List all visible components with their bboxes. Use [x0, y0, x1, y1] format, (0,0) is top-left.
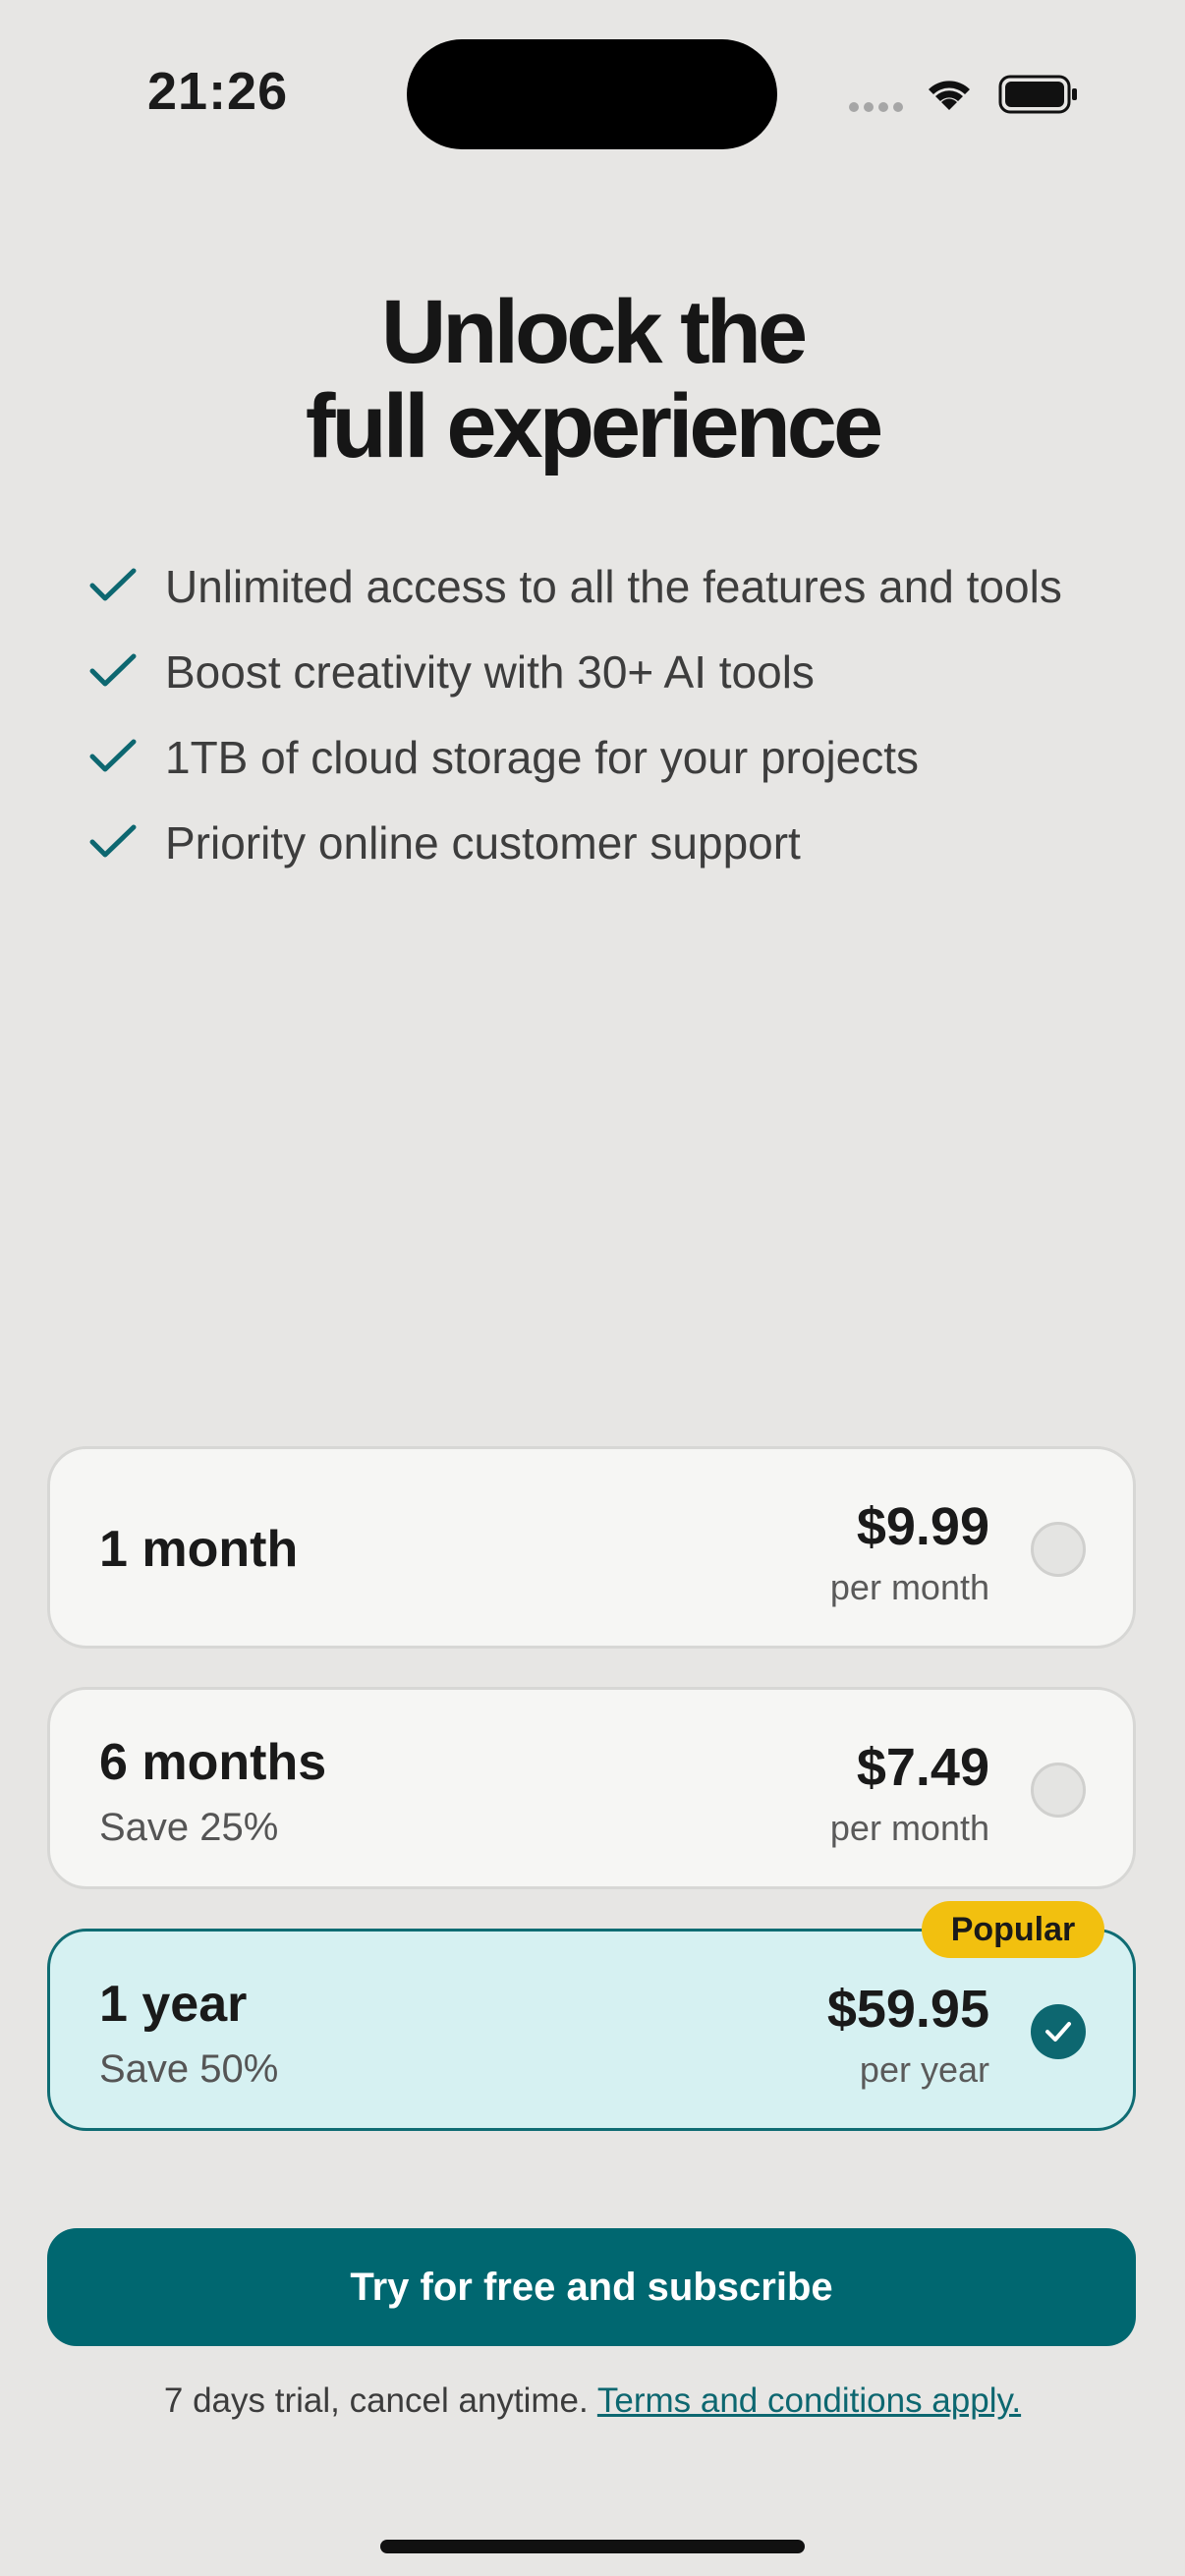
plan-savings: Save 50%	[99, 2047, 279, 2091]
plan-savings: Save 25%	[99, 1806, 279, 1849]
trial-footnote: 7 days trial, cancel anytime. Terms and …	[0, 2381, 1185, 2421]
feature-text: Unlimited access to all the features and…	[165, 561, 1062, 612]
feature-text: Boost creativity with 30+ AI tools	[165, 646, 815, 698]
feature-text: Priority online customer support	[165, 817, 801, 868]
feature-item: Boost creativity with 30+ AI tools	[88, 642, 1110, 703]
check-icon	[89, 653, 137, 687]
plan-radio[interactable]	[1031, 1522, 1086, 1577]
checkmark-icon	[1045, 2022, 1071, 2042]
check-icon	[89, 824, 137, 858]
feature-item: Priority online customer support	[88, 812, 1110, 874]
popular-badge: Popular	[922, 1901, 1104, 1958]
plan-radio[interactable]	[1031, 1763, 1086, 1818]
check-icon	[89, 568, 137, 601]
plan-name: 1 month	[99, 1521, 299, 1578]
battery-icon	[998, 75, 1077, 114]
plan-option-1-year[interactable]: 1 year Save 50% $59.95 per year	[47, 1929, 1136, 2131]
trial-text: 7 days trial, cancel anytime.	[163, 2381, 589, 2420]
wifi-icon	[929, 81, 970, 110]
check-icon	[89, 739, 137, 772]
page-title-line-2: full experience	[305, 376, 883, 476]
dynamic-island	[407, 39, 777, 149]
plan-name: 1 year	[99, 1976, 248, 2033]
plan-price: $59.95	[826, 1980, 989, 2039]
feature-item: Unlimited access to all the features and…	[88, 556, 1110, 618]
subscribe-button[interactable]: Try for free and subscribe	[47, 2228, 1136, 2346]
home-indicator[interactable]	[380, 2540, 805, 2553]
page-title-line-1: Unlock the	[380, 282, 808, 382]
plan-period: per month	[829, 1808, 989, 1848]
feature-text: 1TB of cloud storage for your projects	[165, 732, 920, 783]
plan-price: $7.49	[856, 1738, 989, 1797]
plan-radio-selected[interactable]	[1031, 2004, 1086, 2059]
terms-link[interactable]: Terms and conditions apply.	[597, 2381, 1021, 2420]
page-title: Unlock the full experience	[0, 285, 1185, 474]
plan-option-6-months[interactable]: 6 months Save 25% $7.49 per month	[47, 1687, 1136, 1889]
plan-price: $9.99	[856, 1497, 989, 1556]
plan-option-1-month[interactable]: 1 month $9.99 per month	[47, 1446, 1136, 1649]
plan-name: 6 months	[99, 1734, 327, 1791]
plan-period: per month	[829, 1567, 989, 1607]
plan-period: per year	[859, 2049, 989, 2090]
feature-list: Unlimited access to all the features and…	[88, 556, 1110, 898]
status-time: 21:26	[147, 62, 289, 121]
feature-item: 1TB of cloud storage for your projects	[88, 727, 1110, 789]
cellular-signal-icon	[849, 102, 908, 114]
